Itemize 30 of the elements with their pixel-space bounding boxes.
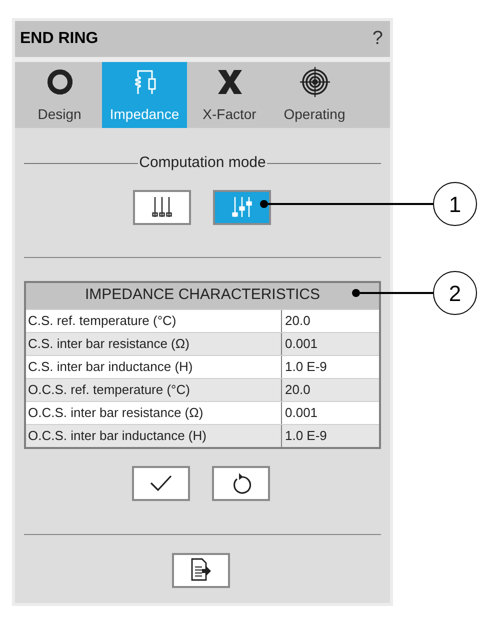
tab[interactable]: Operating [272, 62, 357, 128]
value-field[interactable]: 0.001 [282, 332, 379, 354]
sliders-icon [150, 196, 174, 218]
value-field[interactable]: 20.0 [282, 378, 379, 400]
callout-number: 1 [433, 182, 477, 226]
target-icon [298, 66, 330, 98]
callout-number: 2 [433, 271, 477, 315]
sliders-icon [230, 196, 254, 218]
tab[interactable]: Design [17, 62, 102, 128]
tab[interactable]: X-Factor [187, 62, 272, 128]
value-field[interactable]: 20.0 [282, 310, 379, 332]
value-field[interactable]: 1.0 E-9 [282, 424, 379, 446]
document-arrow-icon [190, 558, 212, 582]
reset-button[interactable] [212, 466, 270, 500]
help-button[interactable]: ? [372, 24, 385, 54]
export-button[interactable] [172, 552, 230, 588]
table-cell: O.C.S. inter bar inductance (H) [26, 424, 282, 446]
x-icon [216, 70, 242, 94]
table-header: IMPEDANCE CHARACTERISTICS [26, 282, 379, 308]
window-title: END RING [20, 29, 98, 49]
mode-button[interactable] [212, 190, 270, 224]
reset-icon [230, 472, 250, 494]
value-field[interactable]: 1.0 E-9 [282, 356, 379, 378]
value-field[interactable]: 0.001 [282, 402, 379, 424]
ring-icon [46, 69, 72, 95]
checkmark-icon [150, 475, 172, 491]
circuit-icon [132, 68, 156, 96]
apply-button[interactable] [132, 466, 190, 500]
mode-button[interactable] [132, 190, 190, 224]
section-label: Computation mode [138, 153, 267, 173]
